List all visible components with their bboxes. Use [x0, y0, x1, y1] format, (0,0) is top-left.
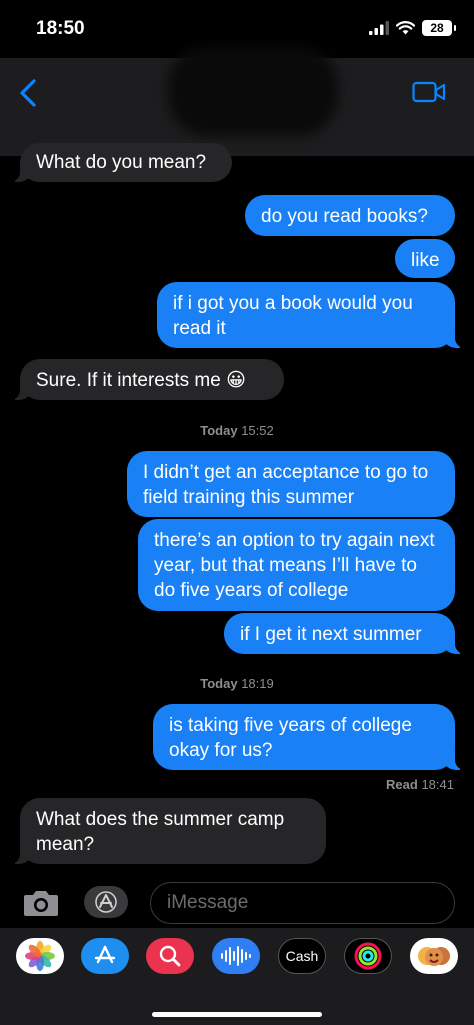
outgoing-message[interactable]: is taking five years of college okay for… [153, 704, 465, 770]
back-chevron-icon[interactable] [16, 78, 42, 108]
outgoing-message[interactable]: do you read books? [245, 195, 455, 236]
timestamp: Today 15:52 [200, 423, 274, 438]
facetime-video-icon[interactable] [412, 80, 446, 104]
incoming-message[interactable]: What does the summer camp mean? [10, 798, 326, 864]
incoming-message[interactable]: What do you mean? [10, 143, 232, 182]
outgoing-message[interactable]: I didn’t get an acceptance to go to fiel… [127, 451, 455, 517]
signal-icon [369, 21, 389, 35]
activity-icon[interactable] [344, 938, 392, 974]
outgoing-message[interactable]: if I get it next summer [224, 613, 465, 654]
photos-icon[interactable] [16, 938, 64, 974]
battery-level: 28 [430, 21, 444, 35]
timestamp: Today 18:19 [200, 676, 274, 691]
incoming-message[interactable]: Sure. If it interests me 😀 [10, 359, 284, 400]
imessage-app-tray: Cash [0, 928, 474, 1025]
outgoing-message[interactable]: there’s an option to try again next year… [138, 519, 455, 611]
home-indicator[interactable] [152, 1012, 322, 1017]
audio-message-icon[interactable] [212, 938, 260, 974]
conversation-header [0, 46, 474, 156]
outgoing-message[interactable]: if i got you a book would you read it [157, 282, 465, 348]
apple-cash-label: Cash [285, 948, 319, 964]
wifi-icon [396, 21, 415, 35]
app-store-icon[interactable] [81, 938, 129, 974]
outgoing-message[interactable]: like [395, 239, 455, 278]
search-images-icon[interactable] [146, 938, 194, 974]
contact-avatar-redacted[interactable] [168, 46, 338, 136]
battery-icon: 28 [422, 20, 456, 36]
apple-cash-icon[interactable]: Cash [278, 938, 326, 974]
app-store-drawer-button[interactable] [84, 886, 128, 918]
status-time: 18:50 [36, 18, 85, 39]
status-icons: 28 [369, 20, 456, 36]
composer-bar: iMessage [0, 880, 474, 928]
camera-icon[interactable] [22, 888, 60, 918]
app-store-icon [95, 891, 117, 913]
memoji-icon[interactable] [410, 938, 458, 974]
message-input[interactable]: iMessage [150, 882, 455, 924]
read-receipt: Read 18:41 [386, 777, 454, 792]
message-input-placeholder: iMessage [167, 892, 249, 913]
